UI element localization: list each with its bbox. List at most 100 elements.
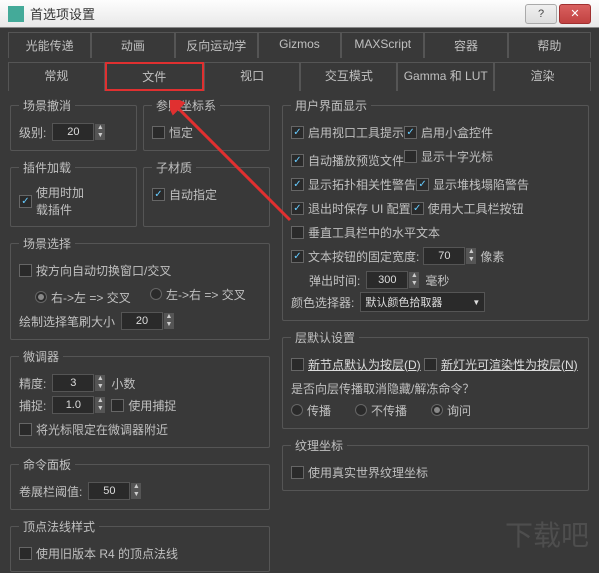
constant-checkbox[interactable]: 恒定: [152, 122, 193, 142]
new-node-checkbox[interactable]: 新节点默认为按层(D): [291, 354, 421, 374]
ui-display-checkbox[interactable]: 启用小盒控件: [404, 122, 493, 142]
bydir-checkbox[interactable]: 按方向自动切换窗口/交叉: [19, 260, 171, 280]
precision-input[interactable]: [52, 374, 94, 392]
lr-label: 左->右 => 交叉: [166, 286, 246, 303]
radio-icon: [355, 404, 367, 416]
checkbox-icon: [291, 178, 304, 191]
realworld-checkbox[interactable]: 使用真实世界纹理坐标: [291, 462, 428, 482]
undo-level-label: 级别:: [19, 124, 46, 141]
ui-display-checkbox[interactable]: 启用视口工具提示: [291, 122, 404, 142]
ui-display-checkbox[interactable]: 显示拓扑相关性警告: [291, 174, 416, 194]
snap-label: 捕捉:: [19, 397, 46, 414]
no-propagate-radio[interactable]: 不传播: [355, 402, 407, 419]
r4-checkbox[interactable]: 使用旧版本 R4 的顶点法线: [19, 543, 178, 563]
group-spinner: 微调器 精度: ▲▼ 小数 捕捉: ▲▼ 使用捕捉: [10, 348, 270, 448]
snap-input[interactable]: [52, 396, 94, 414]
tab-maxscript[interactable]: MAXScript: [341, 32, 424, 58]
tab-help[interactable]: 帮助: [508, 32, 591, 58]
checkbox-icon: [291, 202, 304, 215]
ui-display-label: 文本按钮的固定宽度:: [308, 248, 419, 265]
group-tex-coord: 纹理坐标 使用真实世界纹理坐标: [282, 437, 589, 491]
realworld-label: 使用真实世界纹理坐标: [308, 464, 428, 481]
rollup-spinner[interactable]: ▲▼: [88, 482, 141, 500]
checkbox-icon: [19, 264, 32, 277]
tab-row-1: 光能传递 动画 反向运动学 Gizmos MAXScript 容器 帮助: [0, 28, 599, 58]
spinner-down-icon[interactable]: ▼: [95, 132, 105, 140]
tab-ik[interactable]: 反向运动学: [175, 32, 258, 58]
radio-icon: [150, 288, 162, 300]
checkbox-icon: [411, 202, 424, 215]
tab-radiosity[interactable]: 光能传递: [8, 32, 91, 58]
group-ui-display: 用户界面显示 启用视口工具提示启用小盒控件自动播放预览文件显示十字光标显示拓扑相…: [282, 97, 589, 321]
ui-display-checkbox[interactable]: 使用大工具栏按钮: [411, 198, 524, 218]
ui-display-label: 显示拓扑相关性警告: [308, 176, 416, 193]
legend-vertex-normal: 顶点法线样式: [19, 518, 99, 535]
checkbox-icon: [291, 126, 304, 139]
legend-ref-coord: 参照坐标系: [152, 97, 220, 114]
new-node-label: 新节点默认为按层(D): [308, 356, 421, 373]
brush-spinner[interactable]: ▲▼: [121, 312, 174, 330]
fixed-width-spinner[interactable]: ▲▼: [423, 247, 476, 265]
tab-render[interactable]: 渲染: [494, 62, 591, 91]
tab-viewports[interactable]: 视口: [204, 62, 301, 91]
tab-containers[interactable]: 容器: [424, 32, 507, 58]
close-button[interactable]: ✕: [559, 4, 591, 24]
ui-display-checkbox[interactable]: 退出时保存 UI 配置: [291, 198, 411, 218]
constant-label: 恒定: [169, 124, 193, 141]
ui-display-label: 退出时保存 UI 配置: [308, 200, 411, 217]
fixed-width-input[interactable]: [423, 247, 465, 265]
tab-gamma[interactable]: Gamma 和 LUT: [397, 62, 494, 91]
checkbox-icon: [111, 399, 124, 412]
rl-label: 右->左 => 交叉: [51, 289, 131, 306]
group-layer-defaults: 层默认设置 新节点默认为按层(D) 新灯光可渲染性为按层(N) 是否向层传播取消…: [282, 329, 589, 429]
cursor-limit-checkbox[interactable]: 将光标限定在微调器附近: [19, 419, 168, 439]
popup-input[interactable]: [366, 271, 408, 289]
checkbox-icon: [404, 150, 417, 163]
ui-display-checkbox[interactable]: 显示十字光标: [404, 146, 493, 166]
checkbox-icon: [416, 178, 429, 191]
dropdown-icon: ▼: [472, 298, 480, 307]
rl-radio[interactable]: 右->左 => 交叉: [35, 287, 131, 307]
tab-files[interactable]: 文件: [105, 62, 204, 91]
legend-scene-undo: 场景撤消: [19, 97, 75, 114]
precision-spinner[interactable]: ▲▼: [52, 374, 105, 392]
tab-general[interactable]: 常规: [8, 62, 105, 91]
help-button[interactable]: ?: [525, 4, 557, 24]
usesnap-checkbox[interactable]: 使用捕捉: [111, 397, 176, 414]
tab-gizmos[interactable]: Gizmos: [258, 32, 341, 58]
ui-display-label: 使用大工具栏按钮: [428, 200, 524, 217]
ui-display-checkbox[interactable]: 自动播放预览文件: [291, 150, 404, 170]
checkbox-icon: [424, 358, 437, 371]
tab-animation[interactable]: 动画: [91, 32, 174, 58]
spinner-up-icon[interactable]: ▲: [95, 124, 105, 132]
checkbox-icon: [291, 250, 304, 263]
snap-spinner[interactable]: ▲▼: [52, 396, 105, 414]
popup-spinner[interactable]: ▲▼: [366, 271, 419, 289]
rollup-input[interactable]: [88, 482, 130, 500]
ask-radio[interactable]: 询问: [431, 402, 471, 419]
propagate-radio[interactable]: 传播: [291, 402, 331, 419]
new-light-checkbox[interactable]: 新灯光可渲染性为按层(N): [424, 354, 578, 374]
ui-display-label: 启用视口工具提示: [308, 124, 404, 141]
window-title: 首选项设置: [30, 4, 523, 23]
undo-level-input[interactable]: [52, 123, 94, 141]
undo-level-spinner[interactable]: ▲▼: [52, 123, 105, 141]
auto-assign-checkbox[interactable]: 自动指定: [152, 184, 217, 204]
color-picker-select[interactable]: 默认颜色拾取器 ▼: [360, 292, 485, 312]
ui-display-checkbox[interactable]: 显示堆栈塌陷警告: [416, 174, 529, 194]
popup-unit: 毫秒: [425, 272, 449, 289]
radio-icon: [431, 404, 443, 416]
radio-icon: [35, 291, 47, 303]
title-bar: 首选项设置 ? ✕: [0, 0, 599, 28]
tab-interaction[interactable]: 交互模式: [300, 62, 397, 91]
popup-label: 弹出时间:: [309, 272, 360, 289]
radio-icon: [291, 404, 303, 416]
ui-display-checkbox[interactable]: 文本按钮的固定宽度:▲▼像素: [291, 246, 504, 266]
legend-spinner: 微调器: [19, 348, 63, 365]
brush-input[interactable]: [121, 312, 163, 330]
ui-display-checkbox[interactable]: 垂直工具栏中的水平文本: [291, 222, 440, 242]
lr-radio[interactable]: 左->右 => 交叉: [150, 284, 246, 304]
load-plugins-checkbox[interactable]: 使用时加 载插件: [19, 184, 84, 218]
legend-cmd-panel: 命令面板: [19, 456, 75, 473]
precision-label: 精度:: [19, 375, 46, 392]
